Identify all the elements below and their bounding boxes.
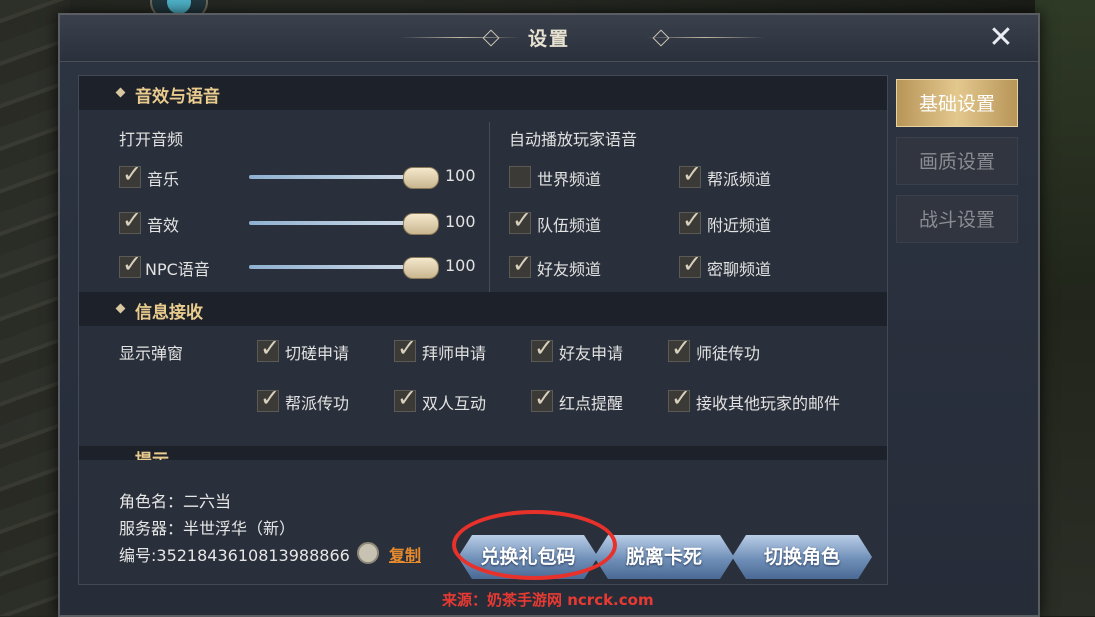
checkbox-duo-interaction[interactable]: ✓: [394, 385, 417, 412]
slider-value: 100: [445, 166, 476, 185]
section-title: 提示: [135, 446, 169, 460]
checkbox-sfx[interactable]: ✓: [119, 207, 142, 234]
section-header-info: 信息接收: [79, 292, 887, 326]
checkbox-friend-channel[interactable]: ✓: [509, 251, 532, 278]
settings-content-panel[interactable]: 音效与语音 打开音频 ✓ 音乐 100 ✓ 音效 100 ✓ NPC语音 100…: [78, 75, 888, 585]
checkmark-icon: ✓: [671, 334, 692, 362]
checkmark-icon: ✓: [671, 384, 692, 412]
checkmark-icon: ✓: [397, 384, 418, 412]
checkbox-label: 好友频道: [537, 260, 602, 279]
auto-voice-label: 自动播放玩家语音: [509, 130, 638, 149]
checkbox-receive-mail[interactable]: ✓: [668, 385, 691, 412]
column-divider: [489, 122, 490, 294]
checkbox-music[interactable]: ✓: [119, 161, 142, 188]
checkbox-label: 双人互动: [422, 394, 487, 413]
highlight-annotation-ring: [452, 510, 617, 580]
close-x-icon: ✕: [988, 20, 1014, 55]
checkbox-label: NPC语音: [145, 260, 210, 279]
checkbox-private-channel[interactable]: ✓: [679, 251, 702, 278]
diamond-bullet-icon: [115, 303, 126, 314]
copy-icon[interactable]: [357, 542, 379, 564]
slider-knob-npc-voice[interactable]: [403, 257, 439, 279]
checkbox-duel-request[interactable]: ✓: [257, 335, 280, 362]
checkbox-team-channel[interactable]: ✓: [509, 207, 532, 234]
checkbox-label: 音效: [147, 216, 180, 235]
checkbox-npc-voice[interactable]: ✓: [119, 251, 142, 278]
checkbox-label: 音乐: [147, 170, 180, 189]
checkbox-nearby-channel[interactable]: ✓: [679, 207, 702, 234]
slider-value: 100: [445, 212, 476, 231]
title-ornament-right: [645, 37, 765, 38]
section-header-sound: 音效与语音: [79, 76, 887, 110]
checkmark-icon: ✓: [260, 334, 281, 362]
checkbox-label: 红点提醒: [559, 394, 624, 413]
checkbox-label: 世界频道: [537, 170, 602, 189]
checkbox-label: 附近频道: [707, 216, 772, 235]
role-name: 角色名：二六当: [119, 492, 232, 511]
tab-combat-settings[interactable]: 战斗设置: [896, 195, 1018, 243]
checkbox-label: 队伍频道: [537, 216, 602, 235]
checkmark-icon: ✓: [534, 384, 555, 412]
checkmark-icon: ✓: [682, 206, 703, 234]
checkmark-icon: ✓: [260, 384, 281, 412]
section-title: 音效与语音: [135, 87, 220, 107]
player-id: 编号:3521843610813988866: [119, 546, 350, 565]
checkbox-red-dot[interactable]: ✓: [531, 385, 554, 412]
slider-npc-voice[interactable]: [249, 265, 419, 269]
checkbox-master-request[interactable]: ✓: [394, 335, 417, 362]
checkmark-icon: ✓: [122, 160, 143, 188]
checkmark-icon: ✓: [512, 250, 533, 278]
checkbox-label: 师徒传功: [696, 344, 761, 363]
checkbox-world-channel[interactable]: [509, 166, 531, 188]
window-title: 设置: [527, 28, 570, 50]
diamond-bullet-icon: [115, 87, 126, 98]
close-button[interactable]: ✕: [982, 21, 1020, 55]
checkmark-icon: ✓: [122, 206, 143, 234]
checkbox-label: 好友申请: [559, 344, 624, 363]
server-name: 服务器：半世浮华（新）: [119, 519, 296, 538]
slider-sfx[interactable]: [249, 221, 419, 225]
checkbox-guild-channel[interactable]: ✓: [679, 161, 702, 188]
slider-knob-music[interactable]: [403, 167, 439, 189]
title-bar: 设置 ✕: [60, 15, 1038, 62]
checkbox-label: 密聊频道: [707, 260, 772, 279]
popup-label: 显示弹窗: [119, 344, 184, 363]
slider-knob-sfx[interactable]: [403, 213, 439, 235]
checkbox-label: 切磋申请: [285, 344, 350, 363]
checkmark-icon: ✓: [122, 250, 143, 278]
checkbox-mentor-transfer[interactable]: ✓: [668, 335, 691, 362]
checkbox-label: 拜师申请: [422, 344, 487, 363]
background-scenery-right: [1035, 0, 1095, 616]
checkbox-label: 帮派传功: [285, 394, 350, 413]
checkmark-icon: ✓: [682, 160, 703, 188]
open-audio-label: 打开音频: [119, 130, 184, 149]
slider-music[interactable]: [249, 175, 419, 179]
checkbox-friend-request[interactable]: ✓: [531, 335, 554, 362]
checkbox-label: 帮派频道: [707, 170, 772, 189]
checkbox-label: 接收其他玩家的邮件: [696, 394, 841, 413]
copy-link[interactable]: 复制: [389, 542, 421, 566]
switch-role-button[interactable]: 切换角色: [732, 535, 872, 579]
checkmark-icon: ✓: [682, 250, 703, 278]
checkbox-guild-transfer[interactable]: ✓: [257, 385, 280, 412]
source-watermark: 来源：奶茶手游网 ncrck.com: [442, 591, 654, 609]
checkmark-icon: ✓: [534, 334, 555, 362]
checkmark-icon: ✓: [397, 334, 418, 362]
tab-graphics-settings[interactable]: 画质设置: [896, 137, 1018, 185]
tab-basic-settings[interactable]: 基础设置: [896, 79, 1018, 127]
checkmark-icon: ✓: [512, 206, 533, 234]
slider-value: 100: [445, 256, 476, 275]
section-title: 信息接收: [135, 303, 203, 323]
section-header-partial: 提示: [79, 446, 887, 460]
